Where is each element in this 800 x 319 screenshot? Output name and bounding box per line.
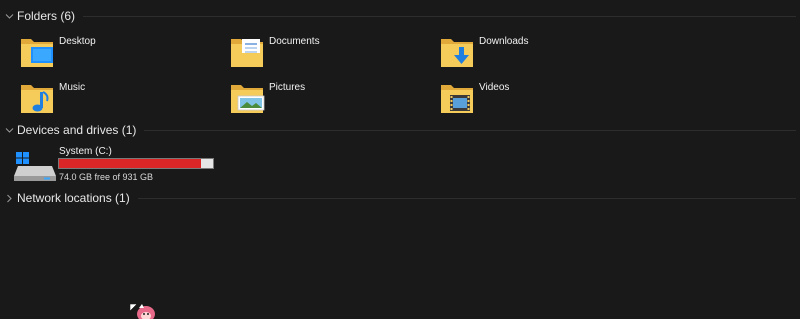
network-section-header[interactable]: Network locations (1) xyxy=(4,189,796,207)
chevron-down-icon[interactable] xyxy=(4,11,15,22)
folders-section-title: Folders (6) xyxy=(17,9,76,23)
section-divider xyxy=(83,15,796,17)
folder-label: Desktop xyxy=(59,36,96,47)
downloads-folder-icon xyxy=(439,33,479,73)
folder-videos[interactable]: Videos xyxy=(439,79,639,119)
section-divider xyxy=(144,129,796,131)
mascot-character-icon xyxy=(136,302,158,319)
devices-section-header[interactable]: Devices and drives (1) xyxy=(4,121,796,139)
pictures-folder-icon xyxy=(229,79,269,119)
folder-music[interactable]: Music xyxy=(19,79,219,119)
documents-folder-icon xyxy=(229,33,269,73)
folder-pictures[interactable]: Pictures xyxy=(229,79,429,119)
section-divider xyxy=(137,197,796,199)
music-folder-icon xyxy=(19,79,59,119)
drive-system-c[interactable]: System (C:) 74.0 GB free of 931 GB xyxy=(14,144,234,184)
folder-label: Music xyxy=(59,82,86,93)
folder-label: Videos xyxy=(479,82,510,93)
network-section-title: Network locations (1) xyxy=(17,191,130,205)
drive-name: System (C:) xyxy=(59,146,112,157)
devices-section-title: Devices and drives (1) xyxy=(17,123,137,137)
drive-free-space: 74.0 GB free of 931 GB xyxy=(59,172,154,182)
folder-desktop[interactable]: Desktop xyxy=(19,33,219,73)
windows-drive-icon xyxy=(14,152,56,182)
folder-downloads[interactable]: Downloads xyxy=(439,33,639,73)
folder-label: Documents xyxy=(269,36,320,47)
folders-section-header[interactable]: Folders (6) xyxy=(4,7,796,25)
drive-usage-fill xyxy=(59,159,201,168)
videos-folder-icon xyxy=(439,79,479,119)
desktop-folder-icon xyxy=(19,33,59,73)
chevron-down-icon[interactable] xyxy=(4,125,15,136)
folder-label: Pictures xyxy=(269,82,306,93)
chevron-right-icon[interactable] xyxy=(4,193,15,204)
drive-usage-bar xyxy=(58,158,214,169)
file-explorer-this-pc-view: Folders (6) Desktop Documents Downloads … xyxy=(0,0,800,319)
folder-label: Downloads xyxy=(479,36,529,47)
folder-documents[interactable]: Documents xyxy=(229,33,429,73)
